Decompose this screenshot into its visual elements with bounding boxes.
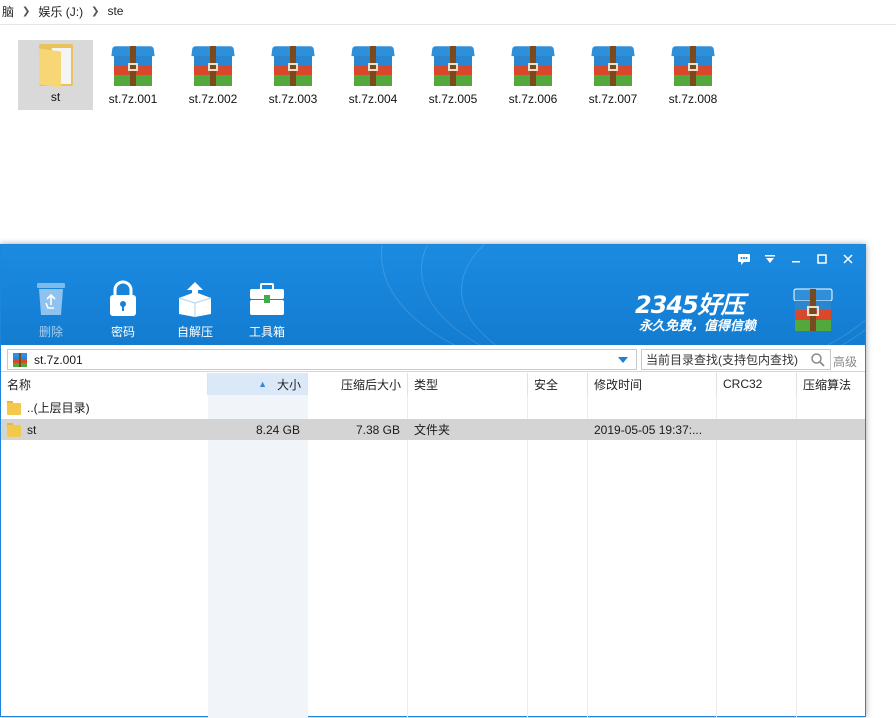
- archive-icon: [511, 44, 555, 88]
- file-label: st.7z.008: [668, 92, 718, 106]
- column-divider: [796, 395, 797, 718]
- archive-icon: [431, 44, 475, 88]
- breadcrumb-item-drive[interactable]: 娱乐 (J:): [36, 3, 85, 20]
- table-row-parent-directory[interactable]: ..(上层目录): [1, 397, 865, 418]
- table-header: 名称 ▲ 大小 压缩后大小 类型 安全 修改时间 CRC32 压缩算法: [1, 373, 865, 395]
- minimize-icon[interactable]: [785, 251, 807, 267]
- address-input[interactable]: st.7z.001: [7, 349, 637, 370]
- file-label: st.7z.004: [348, 92, 398, 106]
- maximize-icon[interactable]: [811, 251, 833, 267]
- column-header-size[interactable]: ▲ 大小: [208, 373, 308, 395]
- row-security: [528, 419, 588, 440]
- file-label: st.7z.003: [268, 92, 318, 106]
- lock-icon: [103, 279, 143, 319]
- file-label: st.7z.006: [508, 92, 558, 106]
- self-extract-label: 自解压: [176, 325, 213, 339]
- toolbox-icon: [247, 279, 287, 319]
- column-header-crc32[interactable]: CRC32: [717, 373, 797, 395]
- column-divider: [527, 395, 528, 718]
- search-icon[interactable]: [810, 352, 826, 368]
- archive-icon: [111, 44, 155, 88]
- window-controls: [733, 251, 859, 267]
- delete-button[interactable]: 删除: [15, 279, 87, 340]
- row-size: 8.24 GB: [255, 422, 300, 437]
- file-label: st: [50, 90, 61, 104]
- file-item-archive[interactable]: st.7z.006: [493, 40, 573, 110]
- folder-icon: [7, 400, 21, 415]
- toolbox-label: 工具箱: [248, 325, 285, 339]
- folder-icon: [38, 44, 73, 88]
- file-label: st.7z.007: [588, 92, 638, 106]
- column-divider: [587, 395, 588, 718]
- archive-icon: [191, 44, 235, 88]
- close-icon[interactable]: [837, 251, 859, 267]
- file-label: st.7z.001: [108, 92, 158, 106]
- brand-subtitle: 永久免费，值得信赖: [639, 318, 757, 333]
- password-button[interactable]: 密码: [87, 279, 159, 340]
- row-packed-size: 7.38 GB: [355, 422, 400, 437]
- archive-icon: [271, 44, 315, 88]
- file-item-archive[interactable]: st.7z.004: [333, 40, 413, 110]
- row-method: [797, 419, 865, 440]
- file-item-st-folder[interactable]: st: [18, 40, 93, 110]
- recycle-bin-icon: [31, 279, 71, 319]
- box-upload-icon: [175, 279, 215, 319]
- brand-logo: 2345好压 永久免费，值得信赖: [635, 285, 835, 335]
- menu-icon[interactable]: [759, 251, 781, 267]
- archive-window: 删除 密码 自解压 工具箱 2345好压 永久免费，值得信赖 st.7z.001…: [0, 244, 866, 718]
- breadcrumb-item-folder[interactable]: ste: [105, 4, 125, 18]
- self-extract-button[interactable]: 自解压: [159, 279, 231, 340]
- file-item-archive[interactable]: st.7z.003: [253, 40, 333, 110]
- breadcrumb-item-computer[interactable]: 脑: [0, 3, 16, 20]
- search-placeholder: 当前目录查找(支持包内查找): [646, 353, 798, 367]
- dropdown-arrow-icon[interactable]: [618, 357, 628, 363]
- file-item-archive[interactable]: st.7z.001: [93, 40, 173, 110]
- sort-up-icon: ▲: [258, 379, 267, 389]
- toolbar: 删除 密码 自解压 工具箱: [15, 279, 303, 340]
- divider: [0, 24, 896, 25]
- app-header: 删除 密码 自解压 工具箱 2345好压 永久免费，值得信赖: [1, 245, 865, 345]
- row-modified: 2019-05-05 19:37:...: [594, 422, 703, 437]
- file-item-archive[interactable]: st.7z.008: [653, 40, 733, 110]
- column-header-packed-size[interactable]: 压缩后大小: [308, 373, 408, 395]
- archive-icon: [671, 44, 715, 88]
- column-divider: [716, 395, 717, 718]
- archive-icon: [351, 44, 395, 88]
- file-item-archive[interactable]: st.7z.007: [573, 40, 653, 110]
- column-divider: [407, 395, 408, 718]
- column-header-name[interactable]: 名称: [1, 373, 208, 395]
- address-path: st.7z.001: [34, 352, 83, 367]
- search-input[interactable]: 当前目录查找(支持包内查找): [641, 349, 831, 370]
- row-crc32: [717, 419, 797, 440]
- row-name: st: [27, 422, 37, 437]
- column-header-method[interactable]: 压缩算法: [797, 373, 865, 395]
- file-item-archive[interactable]: st.7z.005: [413, 40, 493, 110]
- file-label: st.7z.002: [188, 92, 238, 106]
- toolbox-button[interactable]: 工具箱: [231, 279, 303, 340]
- column-header-modified[interactable]: 修改时间: [588, 373, 717, 395]
- file-grid: st st.7z.001 st.7z.002 st.7z.003 st.7z.0…: [18, 40, 733, 110]
- row-name: ..(上层目录): [27, 401, 90, 415]
- archive-small-icon: [13, 352, 27, 367]
- password-label: 密码: [110, 325, 135, 339]
- archive-box-icon: [791, 287, 835, 333]
- file-item-archive[interactable]: st.7z.002: [173, 40, 253, 110]
- address-bar-row: st.7z.001 当前目录查找(支持包内查找) 高级: [1, 346, 865, 372]
- breadcrumb: 脑 ❯ 娱乐 (J:) ❯ ste: [0, 0, 896, 22]
- archive-icon: [591, 44, 635, 88]
- file-list: 名称 ▲ 大小 压缩后大小 类型 安全 修改时间 CRC32 压缩算法 ..(上层…: [1, 373, 865, 718]
- file-label: st.7z.005: [428, 92, 478, 106]
- column-header-type[interactable]: 类型: [408, 373, 528, 395]
- delete-label: 删除: [38, 325, 63, 339]
- advanced-search-link[interactable]: 高级: [833, 353, 857, 370]
- chevron-right-icon[interactable]: ❯: [16, 6, 36, 17]
- row-type: 文件夹: [414, 423, 451, 437]
- feedback-icon[interactable]: [733, 251, 755, 267]
- table-row[interactable]: st 8.24 GB 7.38 GB 文件夹 2019-05-05 19:37:…: [1, 419, 865, 440]
- column-header-security[interactable]: 安全: [528, 373, 588, 395]
- chevron-right-icon[interactable]: ❯: [85, 6, 105, 17]
- folder-icon: [7, 422, 21, 437]
